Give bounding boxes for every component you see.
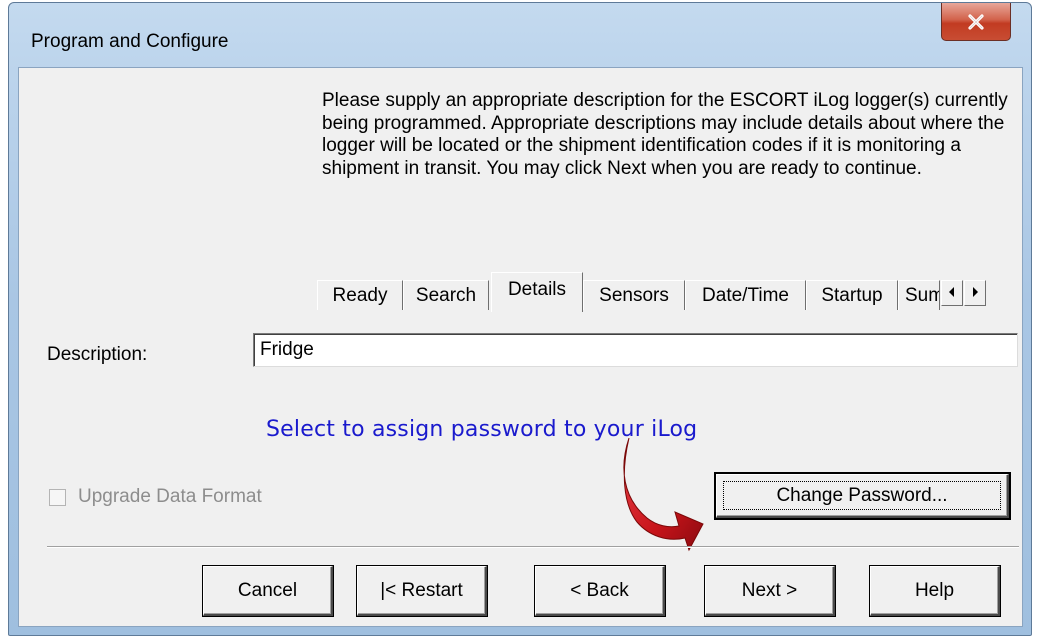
tab-scroll-left-button[interactable] [941, 280, 963, 306]
tab-scroll-right-button[interactable] [964, 280, 986, 306]
tab-date-time[interactable]: Date/Time [685, 280, 806, 310]
tab-sensors[interactable]: Sensors [583, 280, 685, 310]
pointer-arrow-icon [623, 438, 704, 552]
tab-search[interactable]: Search [403, 280, 489, 310]
tab-scroll-left-icon [948, 284, 956, 302]
dialog-client-area: Please supply an appropriate description… [18, 67, 1023, 627]
description-input[interactable] [253, 333, 1018, 367]
close-icon [967, 13, 985, 30]
instructions-text: Please supply an appropriate description… [322, 90, 1008, 179]
upgrade-data-format-checkbox[interactable] [49, 488, 66, 506]
upgrade-data-format-label: Upgrade Data Format [78, 486, 262, 507]
tab-strip: Ready Search Details Sensors Date/Time S… [317, 272, 1017, 312]
tab-ready[interactable]: Ready [317, 280, 403, 310]
tab-scroll-right-icon [971, 284, 979, 302]
window-title: Program and Configure [31, 31, 229, 52]
restart-button[interactable]: |< Restart [357, 566, 487, 616]
cancel-button[interactable]: Cancel [203, 566, 333, 616]
tab-startup[interactable]: Startup [806, 280, 898, 310]
change-password-button[interactable]: Change Password... [716, 474, 1009, 518]
separator-line [47, 546, 1019, 548]
description-label: Description: [47, 344, 148, 365]
window-frame: Program and Configure Please supply an a… [8, 2, 1032, 636]
tab-summary[interactable]: Sum [898, 280, 940, 310]
focus-ring [723, 481, 1001, 510]
upgrade-data-format-row: Upgrade Data Format [49, 486, 262, 508]
close-button[interactable] [941, 3, 1011, 41]
tab-details[interactable]: Details [491, 272, 583, 312]
help-button[interactable]: Help [870, 566, 1000, 616]
title-bar[interactable]: Program and Configure [9, 3, 1031, 67]
next-button[interactable]: Next > [705, 566, 835, 616]
program-and-configure-window: Program and Configure Please supply an a… [0, 0, 1040, 641]
back-button[interactable]: < Back [535, 566, 665, 616]
